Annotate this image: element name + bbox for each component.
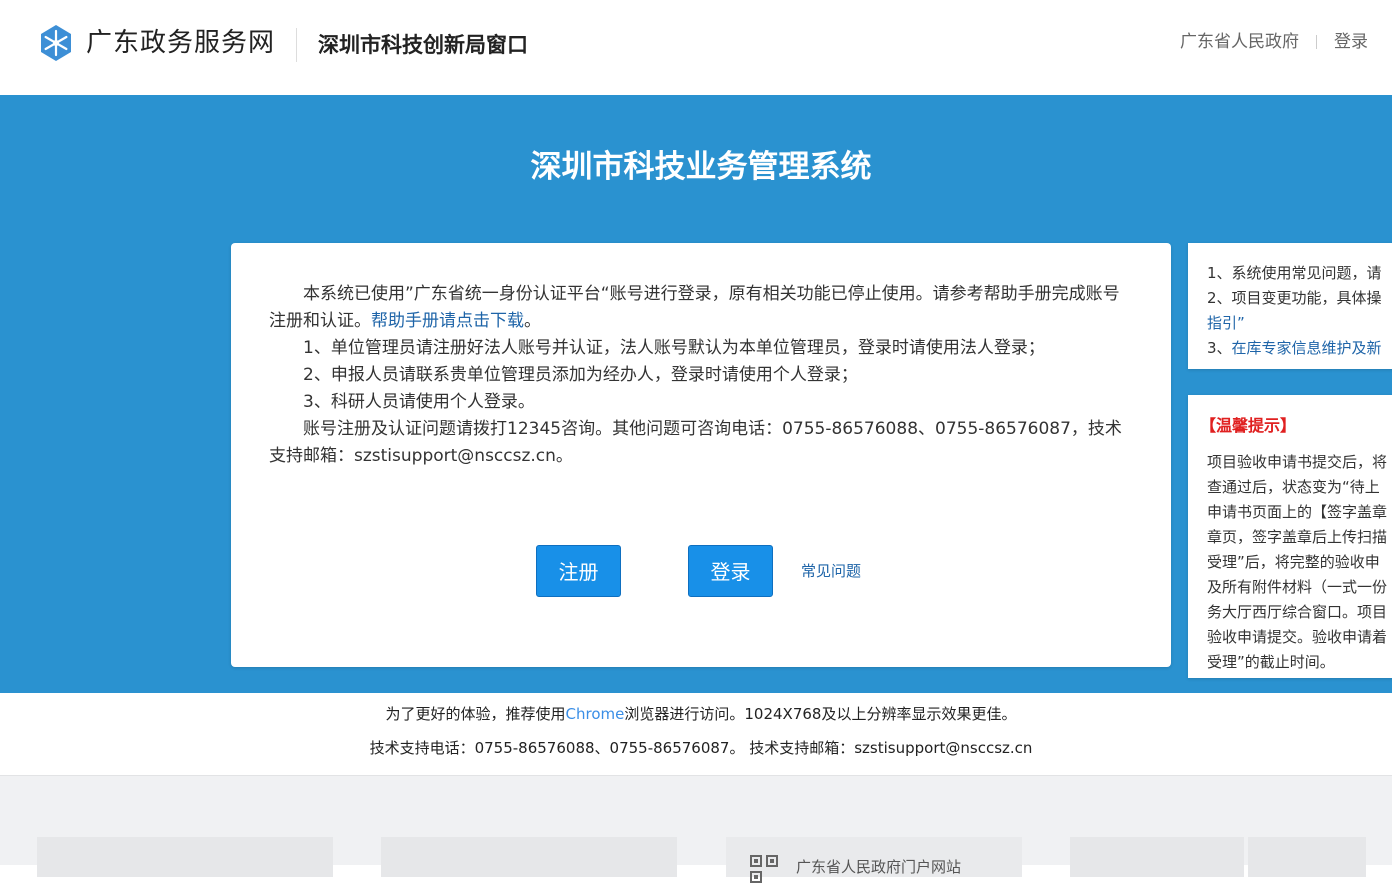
tip-line: 务大厅西厅综合窗口。项目 (1207, 603, 1388, 621)
login-button[interactable]: 登录 (688, 545, 773, 597)
footer-links-area: 广东省人民政府门户网站 (0, 775, 1392, 883)
gov-portal-text: 广东省人民政府门户网站 (796, 858, 962, 876)
notice-contact: 账号注册及认证问题请拨打12345咨询。其他问题可咨询电话：0755-86576… (269, 419, 1122, 466)
announcement-item-1-text: 1、系统使用常见问题，请 (1207, 264, 1382, 282)
announcement-item-2[interactable]: 2、项目变更功能，具体操 (1207, 286, 1392, 311)
notice-intro-end: 。 (524, 311, 541, 331)
header-divider (296, 28, 297, 62)
announcement-item-2-text: 2、项目变更功能，具体操 (1207, 289, 1382, 307)
footer-tile[interactable] (381, 837, 677, 877)
footer-tile[interactable] (37, 837, 333, 877)
system-title: 深圳市科技业务管理系统 (530, 149, 872, 185)
manual-download-link[interactable]: 帮助手册请点击下载 (371, 311, 524, 331)
tip-line: 受理”后，将完整的验收申 (1207, 553, 1380, 571)
browser-rec-post: 浏览器进行访问。1024X768及以上分辨率显示效果更佳。 (624, 705, 1017, 723)
notice-text: 本系统已使用”广东省统一身份认证平台“账号进行登录，原有相关功能已停止使用。请参… (269, 281, 1135, 470)
announcement-item-2-cont[interactable]: 指引” (1207, 311, 1392, 336)
nav-separator (1316, 35, 1317, 49)
top-nav: 广东省人民政府 登录 (1180, 30, 1368, 54)
announcement-item-3-link[interactable]: 在库专家信息维护及新 (1232, 339, 1382, 357)
notice-item-3: 3、科研人员请使用个人登录。 (303, 392, 535, 412)
browser-recommendation: 为了更好的体验，推荐使用Chrome浏览器进行访问。1024X768及以上分辨率… (0, 703, 1392, 725)
main-banner: 深圳市科技业务管理系统 本系统已使用”广东省统一身份认证平台“账号进行登录，原有… (0, 95, 1392, 693)
faq-link[interactable]: 常见问题 (801, 561, 861, 581)
announcement-panel: 1、系统使用常见问题，请 2、项目变更功能，具体操 指引” 3、在库专家信息维护… (1188, 243, 1392, 369)
tip-line: 验收申请提交。验收申请着 (1207, 628, 1388, 646)
register-button[interactable]: 注册 (536, 545, 621, 597)
announcement-item-2-link[interactable]: 指引” (1207, 314, 1245, 332)
browser-rec-pre: 为了更好的体验，推荐使用 (385, 705, 566, 723)
announcement-item-1[interactable]: 1、系统使用常见问题，请 (1207, 261, 1392, 286)
login-notice-card: 本系统已使用”广东省统一身份认证平台“账号进行登录，原有相关功能已停止使用。请参… (231, 243, 1171, 667)
tip-line: 项目验收申请书提交后，将 (1207, 453, 1388, 471)
footer-tile[interactable] (1070, 837, 1244, 877)
notice-item-2: 2、申报人员请联系贵单位管理员添加为经办人，登录时请使用个人登录； (303, 365, 858, 385)
top-header: 广东政务服务网 深圳市科技创新局窗口 广东省人民政府 登录 (0, 0, 1392, 95)
footer-tile[interactable] (1248, 837, 1366, 877)
tips-body: 项目验收申请书提交后，将 查通过后，状态变为“待上 申请书页面上的【签字盖章 章… (1207, 450, 1392, 675)
tip-line: 及所有附件材料（一式一份 (1207, 578, 1388, 596)
browser-info-bar: 为了更好的体验，推荐使用Chrome浏览器进行访问。1024X768及以上分辨率… (0, 693, 1392, 775)
notice-intro: 本系统已使用”广东省统一身份认证平台“账号进行登录，原有相关功能已停止使用。请参… (269, 281, 1135, 335)
guangdong-logo-icon (41, 25, 71, 61)
support-contact: 技术支持电话：0755-86576088、0755-86576087。 技术支持… (369, 739, 1033, 757)
tip-line: 申请书页面上的【签字盖章 (1207, 503, 1388, 521)
site-logo-text[interactable]: 广东政务服务网 (86, 26, 275, 60)
gov-link[interactable]: 广东省人民政府 (1180, 30, 1299, 54)
notice-item-1: 1、单位管理员请注册好法人账号并认证，法人账号默认为本单位管理员，登录时请使用法… (303, 338, 1045, 358)
announcement-item-3[interactable]: 3、在库专家信息维护及新 (1207, 336, 1392, 361)
qr-code-icon (750, 855, 778, 883)
header-login-link[interactable]: 登录 (1334, 30, 1368, 54)
announcement-item-3-prefix: 3、 (1207, 339, 1232, 357)
tip-line: 查通过后，状态变为“待上 (1207, 478, 1380, 496)
window-title: 深圳市科技创新局窗口 (318, 33, 528, 57)
footer-tile-gov-portal[interactable]: 广东省人民政府门户网站 (726, 837, 1022, 883)
chrome-link[interactable]: Chrome (566, 705, 625, 723)
tip-line: 章页，签字盖章后上传扫描 (1207, 528, 1388, 546)
tip-line: 受理”的截止时间。 (1207, 653, 1335, 671)
tips-title: 【温馨提示】 (1200, 416, 1297, 435)
tips-panel: 【温馨提示】 项目验收申请书提交后，将 查通过后，状态变为“待上 申请书页面上的… (1188, 395, 1392, 678)
